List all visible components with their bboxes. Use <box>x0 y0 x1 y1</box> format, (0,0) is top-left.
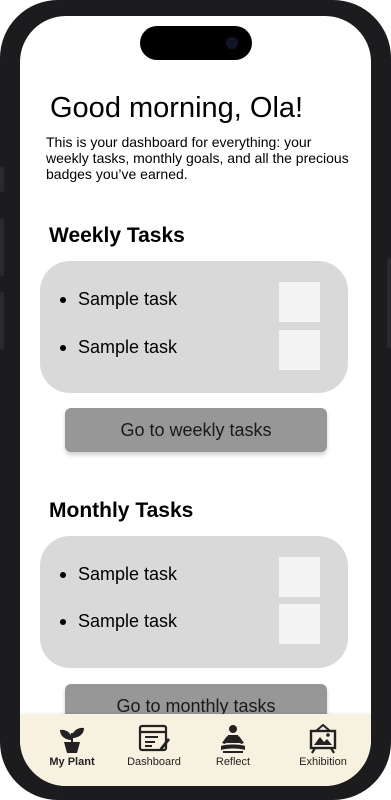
weekly-task-item-1: Sample task <box>60 282 320 322</box>
monthly-task-card: Sample task Sample task <box>40 536 348 668</box>
silent-switch <box>0 166 4 192</box>
weekly-task-card: Sample task Sample task <box>40 261 348 393</box>
monthly-tasks-title: Monthly Tasks <box>49 499 194 522</box>
tab-dashboard[interactable]: Dashboard <box>113 722 195 772</box>
go-to-weekly-tasks-button[interactable]: Go to weekly tasks <box>65 408 327 452</box>
weekly-task-label-1: Sample task <box>78 289 178 309</box>
monthly-task-label-1: Sample task <box>78 564 178 584</box>
tab-label-exhibition: Exhibition <box>299 756 347 768</box>
monthly-task-checkbox-2[interactable] <box>279 604 320 644</box>
camera-icon <box>226 37 238 49</box>
volume-up-button <box>0 218 4 276</box>
tab-label-dashboard: Dashboard <box>127 756 181 768</box>
phone-frame: Good morning, Ola! This is your dashboar… <box>0 0 391 800</box>
gallery-icon <box>309 724 337 754</box>
weekly-task-checkbox-2[interactable] <box>279 330 320 370</box>
volume-down-button <box>0 292 4 350</box>
weekly-tasks-title: Weekly Tasks <box>49 224 185 247</box>
monthly-task-checkbox-1[interactable] <box>279 557 320 597</box>
monthly-task-item-2: Sample task <box>60 604 320 644</box>
tab-label-my-plant: My Plant <box>49 756 95 768</box>
monthly-task-item-1: Sample task <box>60 557 320 597</box>
tab-label-reflect: Reflect <box>215 756 251 768</box>
screen: Good morning, Ola! This is your dashboar… <box>20 16 371 786</box>
dashboard-icon <box>138 724 170 752</box>
dashboard-content: Good morning, Ola! This is your dashboar… <box>20 16 371 786</box>
dynamic-island <box>140 26 252 60</box>
weekly-task-checkbox-1[interactable] <box>279 282 320 322</box>
bullet-icon <box>60 345 66 351</box>
power-button <box>387 258 391 348</box>
meditation-icon <box>221 725 245 753</box>
bullet-icon <box>60 572 66 578</box>
greeting-title: Good morning, Ola! <box>50 92 304 124</box>
weekly-task-item-2: Sample task <box>60 330 320 370</box>
tab-reflect[interactable]: Reflect <box>192 722 274 772</box>
monthly-task-label-2: Sample task <box>78 611 178 631</box>
tab-exhibition[interactable]: Exhibition <box>282 722 364 772</box>
weekly-task-label-2: Sample task <box>78 337 178 357</box>
plant-icon <box>60 727 84 753</box>
tab-my-plant[interactable]: My Plant <box>31 722 113 772</box>
bullet-icon <box>60 297 66 303</box>
dashboard-intro: This is your dashboard for everything: y… <box>46 134 349 182</box>
bullet-icon <box>60 619 66 625</box>
